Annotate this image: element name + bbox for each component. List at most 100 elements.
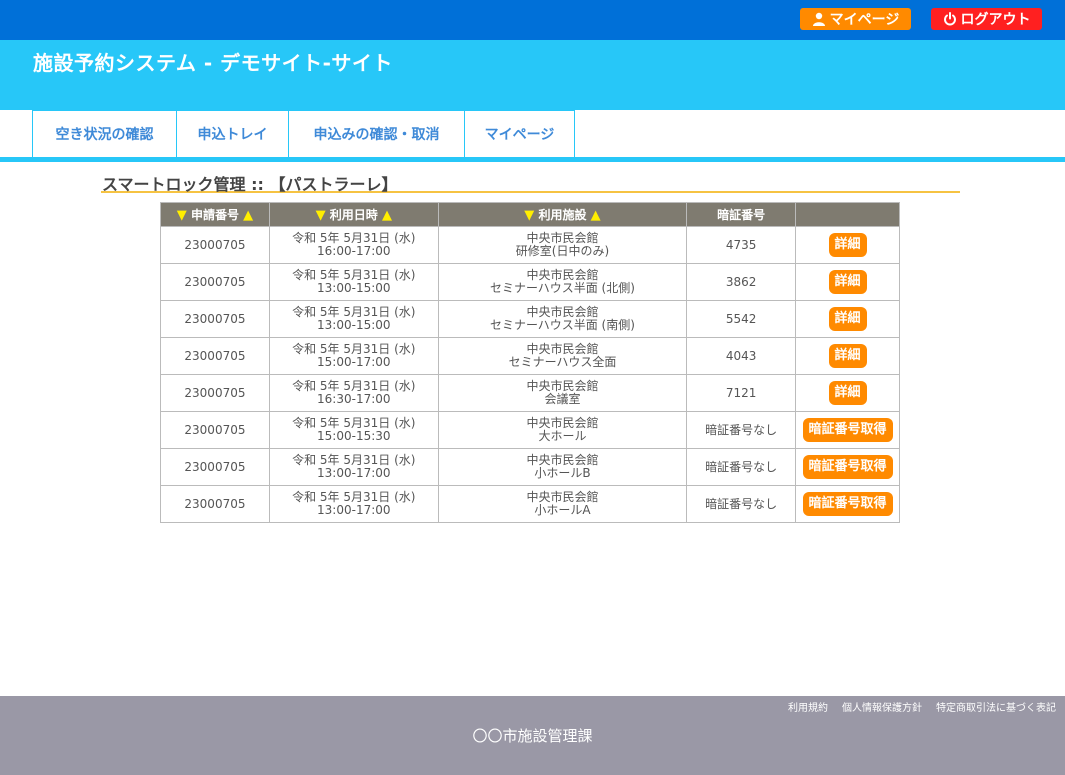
- detail-button[interactable]: 詳細: [828, 344, 867, 368]
- nav-availability[interactable]: 空き状況の確認: [32, 110, 177, 157]
- cell-date: 令和 5年 5月31日 (水) 13:00-15:00: [268, 263, 439, 301]
- footer-link-terms[interactable]: 利用規約: [788, 699, 828, 714]
- logout-button[interactable]: ログアウト: [931, 8, 1042, 30]
- cell-date: 令和 5年 5月31日 (水) 13:00-17:00: [268, 485, 439, 523]
- cell-pin: 4735: [686, 226, 797, 264]
- detail-button[interactable]: 詳細: [828, 307, 867, 331]
- header-pin-label: 暗証番号: [717, 208, 766, 222]
- cell-facility-room: セミナーハウス半面 (南側): [489, 318, 635, 332]
- cell-date-time: 13:00-15:00: [317, 318, 391, 332]
- table-row: 23000705 令和 5年 5月31日 (水) 13:00-17:00 中央市民…: [160, 485, 900, 523]
- table-row: 23000705 令和 5年 5月31日 (水) 13:00-15:00 中央市民…: [160, 263, 900, 301]
- cell-app-no: 23000705: [160, 226, 270, 264]
- table-row: 23000705 令和 5年 5月31日 (水) 15:00-17:00 中央市民…: [160, 337, 900, 375]
- footer: 利用規約 個人情報保護方針 特定商取引法に基づく表記 〇〇市施設管理課: [0, 696, 1065, 775]
- nav-application-tray[interactable]: 申込トレイ: [176, 110, 289, 157]
- header-app-no[interactable]: ▼ 申請番号 ▲: [160, 202, 270, 227]
- cell-facility: 中央市民会館 会議室: [437, 374, 688, 412]
- logout-button-label: ログアウト: [960, 12, 1031, 28]
- section-title: スマートロック管理 :: 【パストラーレ】: [101, 171, 960, 194]
- table-header-row: ▼ 申請番号 ▲ ▼ 利用日時 ▲ ▼ 利用施設 ▲ 暗証番号: [160, 202, 900, 227]
- cell-facility-room: セミナーハウス全面: [508, 355, 617, 369]
- top-bar: マイページ ログアウト: [0, 0, 1065, 40]
- table-row: 23000705 令和 5年 5月31日 (水) 13:00-17:00 中央市民…: [160, 448, 900, 486]
- get-pin-button[interactable]: 暗証番号取得: [802, 455, 893, 479]
- cell-date-time: 16:30-17:00: [317, 392, 391, 406]
- site-title: 施設予約システム - デモサイト-サイト: [33, 51, 393, 75]
- cell-pin: 暗証番号なし: [686, 411, 797, 449]
- cell-action: 詳細: [795, 226, 900, 264]
- table-row: 23000705 令和 5年 5月31日 (水) 15:00-15:30 中央市民…: [160, 411, 900, 449]
- mypage-button-label: マイページ: [829, 12, 900, 28]
- detail-button[interactable]: 詳細: [828, 233, 867, 257]
- mypage-button[interactable]: マイページ: [800, 8, 911, 30]
- cell-date: 令和 5年 5月31日 (水) 16:00-17:00: [268, 226, 439, 264]
- sort-asc-icon: ▲: [590, 208, 601, 223]
- cell-date: 令和 5年 5月31日 (水) 15:00-15:30: [268, 411, 439, 449]
- user-icon: [812, 12, 825, 26]
- cell-app-no: 23000705: [160, 337, 270, 375]
- nav-mypage[interactable]: マイページ: [464, 110, 575, 157]
- cell-facility: 中央市民会館 大ホール: [437, 411, 688, 449]
- footer-link-commerce-law[interactable]: 特定商取引法に基づく表記: [936, 699, 1056, 714]
- cell-date-time: 13:00-17:00: [317, 466, 391, 480]
- cell-facility-room: 研修室(日中のみ): [515, 244, 610, 258]
- cell-facility: 中央市民会館 セミナーハウス半面 (北側): [437, 263, 688, 301]
- header-action: [795, 202, 900, 227]
- cell-action: 詳細: [795, 374, 900, 412]
- table-row: 23000705 令和 5年 5月31日 (水) 13:00-15:00 中央市民…: [160, 300, 900, 338]
- cell-facility-room: 大ホール: [538, 429, 587, 443]
- cell-facility-room: 小ホールB: [534, 466, 591, 480]
- cell-date-time: 16:00-17:00: [317, 244, 391, 258]
- header-app-no-label: 申請番号: [190, 208, 239, 222]
- cell-date: 令和 5年 5月31日 (水) 16:30-17:00: [268, 374, 439, 412]
- cell-app-no: 23000705: [160, 374, 270, 412]
- cell-app-no: 23000705: [160, 411, 270, 449]
- nav-confirm-cancel[interactable]: 申込みの確認・取消: [288, 110, 465, 157]
- sort-asc-icon: ▲: [243, 208, 254, 223]
- get-pin-button[interactable]: 暗証番号取得: [802, 418, 893, 442]
- sort-desc-icon: ▼: [315, 208, 326, 223]
- cell-action: 暗証番号取得: [795, 485, 900, 523]
- cell-facility-room: 小ホールA: [534, 503, 591, 517]
- cell-pin: 暗証番号なし: [686, 448, 797, 486]
- footer-link-privacy[interactable]: 個人情報保護方針: [842, 699, 922, 714]
- cell-date-time: 15:00-17:00: [317, 355, 391, 369]
- header-date[interactable]: ▼ 利用日時 ▲: [268, 202, 439, 227]
- cell-date-time: 13:00-17:00: [317, 503, 391, 517]
- detail-button[interactable]: 詳細: [828, 381, 867, 405]
- cell-pin: 7121: [686, 374, 797, 412]
- cell-facility-room: 会議室: [544, 392, 581, 406]
- sort-desc-icon: ▼: [524, 208, 535, 223]
- header-facility[interactable]: ▼ 利用施設 ▲: [437, 202, 688, 227]
- table-row: 23000705 令和 5年 5月31日 (水) 16:00-17:00 中央市民…: [160, 226, 900, 264]
- cell-action: 詳細: [795, 263, 900, 301]
- cell-action: 暗証番号取得: [795, 448, 900, 486]
- cell-app-no: 23000705: [160, 300, 270, 338]
- cell-date: 令和 5年 5月31日 (水) 13:00-15:00: [268, 300, 439, 338]
- cell-facility: 中央市民会館 小ホールB: [437, 448, 688, 486]
- cell-app-no: 23000705: [160, 448, 270, 486]
- detail-button[interactable]: 詳細: [828, 270, 867, 294]
- cell-action: 暗証番号取得: [795, 411, 900, 449]
- footer-organization: 〇〇市施設管理課: [472, 727, 593, 745]
- power-icon: [943, 12, 956, 26]
- cell-app-no: 23000705: [160, 263, 270, 301]
- main-nav: 空き状況の確認 申込トレイ 申込みの確認・取消 マイページ: [0, 110, 1065, 162]
- cell-date: 令和 5年 5月31日 (水) 13:00-17:00: [268, 448, 439, 486]
- cell-pin: 5542: [686, 300, 797, 338]
- cell-pin: 暗証番号なし: [686, 485, 797, 523]
- footer-links: 利用規約 個人情報保護方針 特定商取引法に基づく表記: [788, 699, 1056, 714]
- header-facility-label: 利用施設: [538, 208, 587, 222]
- cell-facility: 中央市民会館 小ホールA: [437, 485, 688, 523]
- get-pin-button[interactable]: 暗証番号取得: [802, 492, 893, 516]
- header-date-label: 利用日時: [329, 208, 378, 222]
- cell-action: 詳細: [795, 300, 900, 338]
- cell-action: 詳細: [795, 337, 900, 375]
- cell-app-no: 23000705: [160, 485, 270, 523]
- cell-facility: 中央市民会館 セミナーハウス半面 (南側): [437, 300, 688, 338]
- cell-pin: 4043: [686, 337, 797, 375]
- title-bar: 施設予約システム - デモサイト-サイト: [0, 40, 1065, 110]
- cell-facility-room: セミナーハウス半面 (北側): [489, 281, 635, 295]
- table-row: 23000705 令和 5年 5月31日 (水) 16:30-17:00 中央市民…: [160, 374, 900, 412]
